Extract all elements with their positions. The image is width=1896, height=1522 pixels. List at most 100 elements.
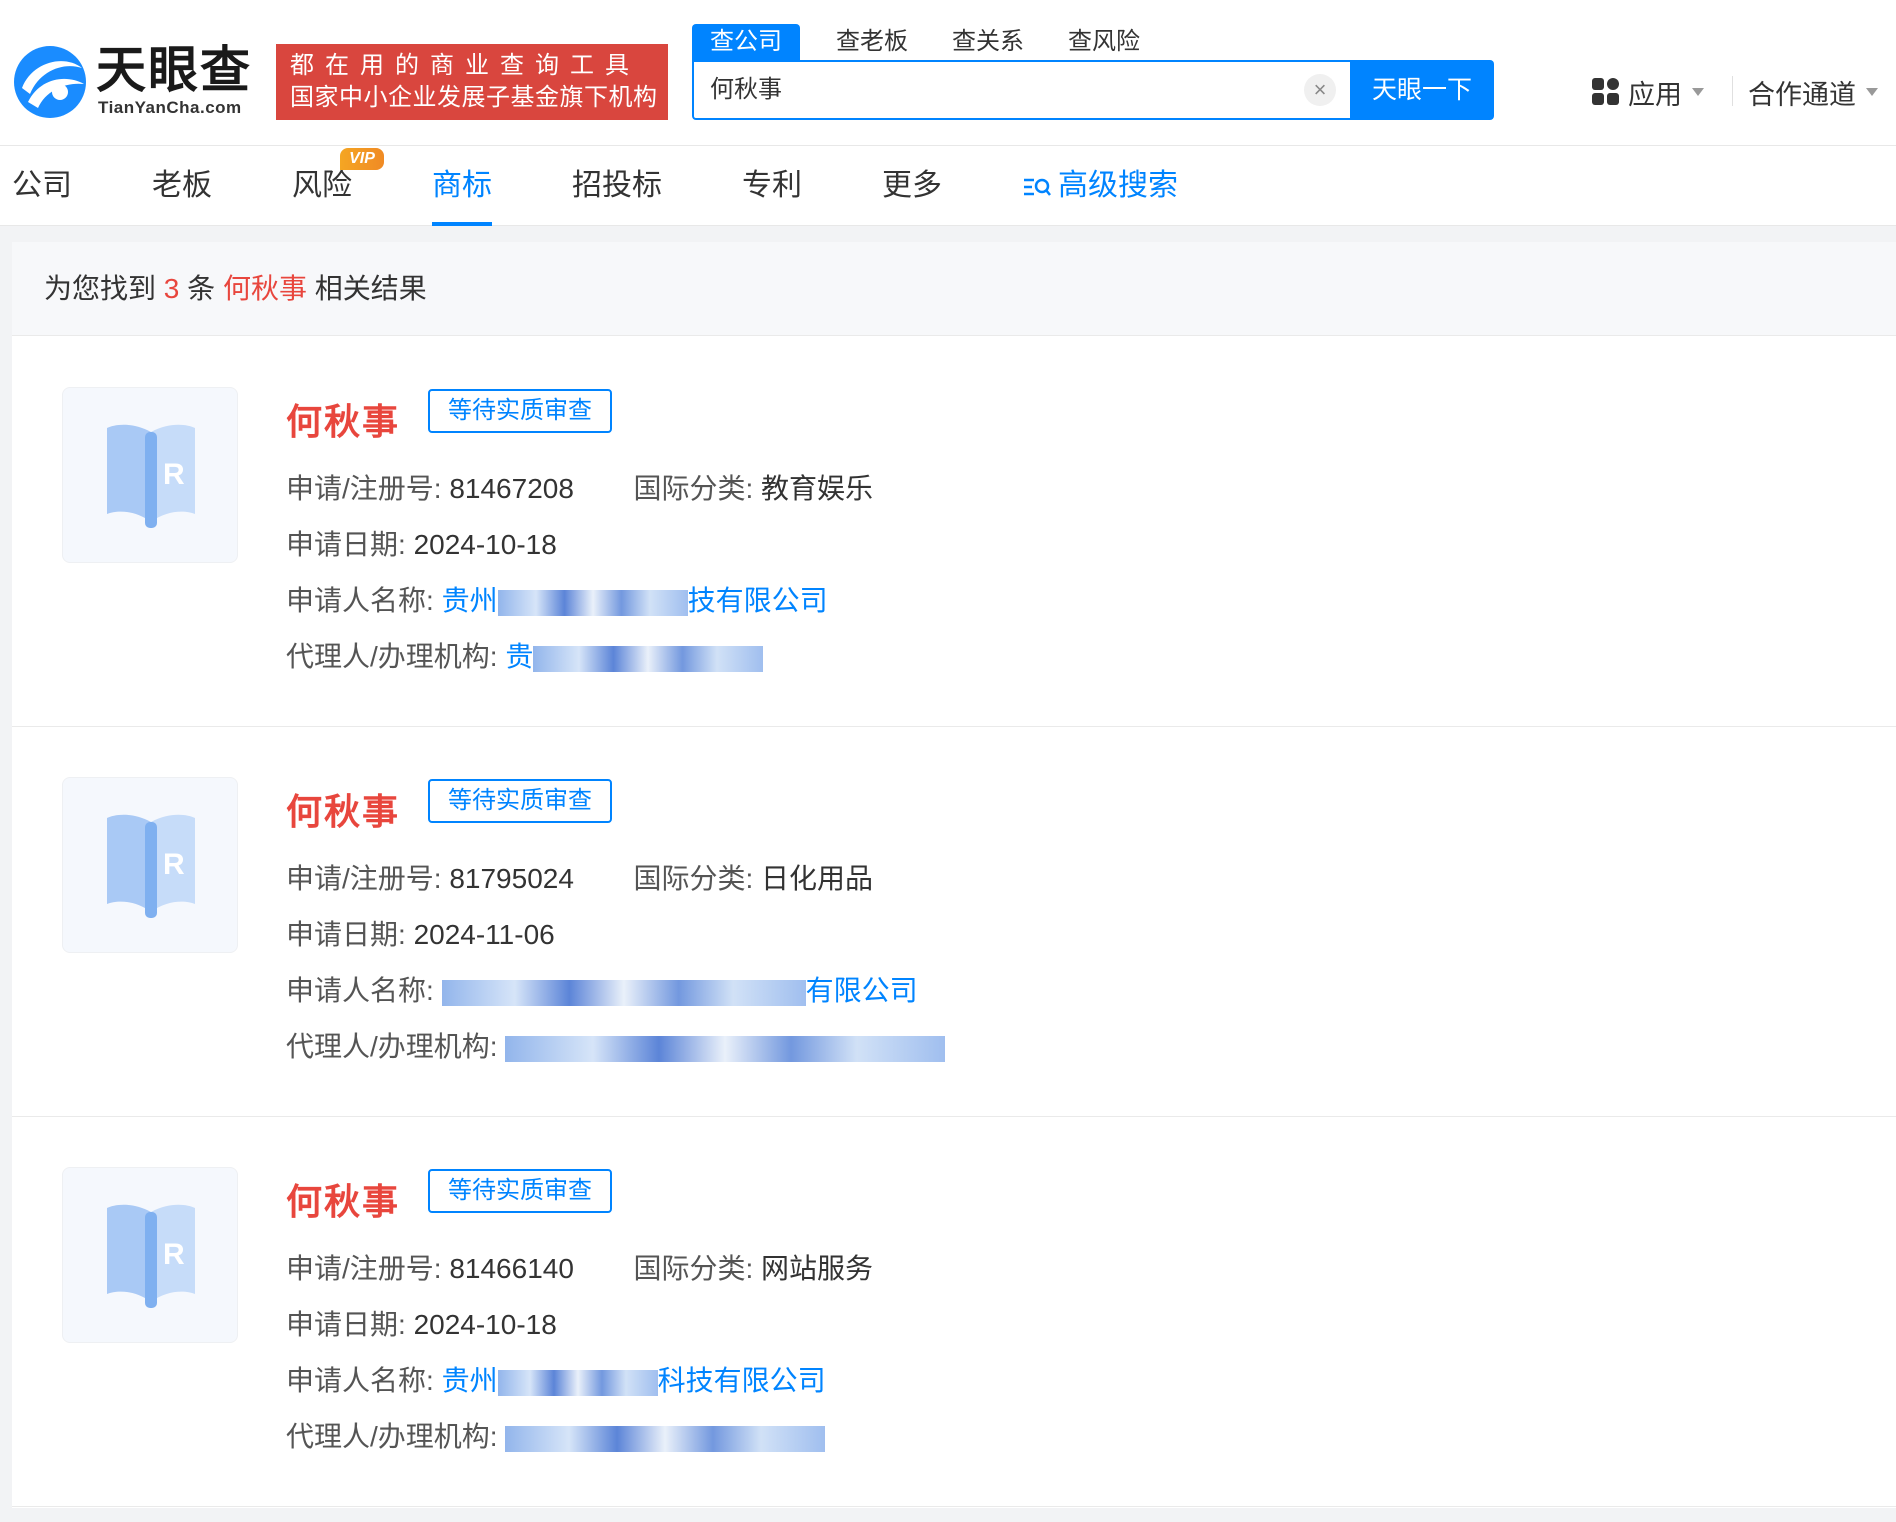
reg-no-row: 申请/注册号: 81795024 国际分类: 日化用品 [286, 857, 873, 897]
advanced-search-link[interactable]: 高级搜索 [1022, 166, 1178, 206]
applicant-name-visible: 贵州 [441, 585, 498, 616]
tab-boss[interactable]: 老板 [152, 166, 212, 226]
search-tab-relation[interactable]: 查关系 [934, 24, 1042, 60]
category-tabs: 公司 老板 风险 VIP 商标 招投标 专利 更多 高级搜索 [0, 146, 1896, 226]
tab-bidding[interactable]: 招投标 [572, 166, 662, 226]
agent-link[interactable] [505, 1031, 946, 1062]
results-panel: 为您找到 3 条 何秋事 相关结果 R 何秋事 等待实质审查 申请/注册号: 8… [12, 242, 1896, 1508]
agent-row: 代理人/办理机构: [286, 1025, 946, 1065]
intl-class-value: 网站服务 [761, 1253, 874, 1284]
coop-menu[interactable]: 合作通道 [1748, 74, 1878, 110]
intl-class-value: 日化用品 [761, 863, 874, 894]
summary-prefix: 为您找到 [44, 273, 157, 304]
apply-date-label: 申请日期: [286, 919, 406, 950]
chevron-down-icon [1692, 88, 1704, 96]
agent-label: 代理人/办理机构: [286, 1421, 498, 1452]
tab-trademark[interactable]: 商标 [432, 166, 492, 226]
reg-no-value: 81467208 [449, 473, 574, 504]
apply-date-value: 2024-10-18 [413, 529, 557, 560]
apps-menu[interactable]: 应用 [1592, 74, 1704, 110]
top-header: 天眼查 TianYanCha.com 都在用的商业查询工具 国家中小企业发展子基… [0, 0, 1896, 146]
coop-label: 合作通道 [1748, 79, 1856, 110]
logo-mark-icon [14, 46, 86, 118]
svg-text:R: R [163, 848, 185, 881]
apps-label: 应用 [1628, 79, 1682, 110]
apply-date-label: 申请日期: [286, 529, 406, 560]
applicant-name-visible: 贵州 [441, 1365, 498, 1396]
apply-date-label: 申请日期: [286, 1309, 406, 1340]
search-type-tabs: 查公司 查老板 查关系 查风险 [692, 24, 1166, 60]
applicant-row: 申请人名称: 有限公司 [286, 969, 918, 1009]
applicant-label: 申请人名称: [286, 1365, 434, 1396]
chevron-down-icon [1866, 88, 1878, 96]
slogan-line-1: 都在用的商业查询工具 [290, 52, 640, 79]
redacted-mask [533, 645, 764, 672]
status-badge: 等待实质审查 [428, 389, 612, 433]
logo-text-cn: 天眼查 [96, 42, 252, 98]
slogan-banner: 都在用的商业查询工具 国家中小企业发展子基金旗下机构 [276, 44, 668, 120]
summary-suffix: 相关结果 [314, 273, 427, 304]
intl-class-value: 教育娱乐 [761, 473, 874, 504]
tianyancha-logo[interactable]: 天眼查 TianYanCha.com [12, 42, 262, 122]
search-button[interactable]: 天眼一下 [1350, 60, 1494, 120]
search-input[interactable] [710, 62, 1310, 118]
book-icon: R [107, 424, 195, 528]
intl-class-label: 国际分类: [633, 1253, 754, 1284]
summary-unit: 条 [187, 273, 216, 304]
applicant-link[interactable]: 有限公司 [441, 975, 918, 1006]
search-tab-risk[interactable]: 查风险 [1050, 24, 1158, 60]
vip-badge: VIP [340, 148, 384, 170]
intl-class-label: 国际分类: [633, 863, 754, 894]
summary-count: 3 [163, 273, 180, 304]
book-icon: R [107, 1204, 195, 1308]
applicant-link[interactable]: 贵州 技有限公司 [442, 585, 828, 616]
trademark-result-item: R 何秋事 等待实质审查 申请/注册号: 81795024 国际分类: 日化用品… [12, 727, 1896, 1117]
reg-no-row: 申请/注册号: 81466140 国际分类: 网站服务 [286, 1247, 873, 1287]
agent-label: 代理人/办理机构: [286, 641, 498, 672]
apps-grid-icon [1592, 78, 1620, 106]
agent-row: 代理人/办理机构: [286, 1415, 826, 1455]
agent-link[interactable]: 贵 [505, 641, 764, 672]
search-box: × 天眼一下 [692, 60, 1494, 120]
trademark-name[interactable]: 何秋事 [286, 1173, 400, 1225]
applicant-link[interactable]: 贵州 科技有限公司 [442, 1365, 826, 1396]
apply-date-value: 2024-10-18 [413, 1309, 557, 1340]
applicant-row: 申请人名称: 贵州 技有限公司 [286, 579, 828, 619]
redacted-mask [441, 979, 806, 1006]
applicant-name-tail: 有限公司 [805, 975, 918, 1006]
applicant-label: 申请人名称: [286, 585, 434, 616]
applicant-row: 申请人名称: 贵州 科技有限公司 [286, 1359, 826, 1399]
reg-no-value: 81466140 [449, 1253, 574, 1284]
reg-no-label: 申请/注册号: [286, 1253, 442, 1284]
trademark-name[interactable]: 何秋事 [286, 393, 400, 445]
tab-company[interactable]: 公司 [12, 166, 72, 226]
trademark-name[interactable]: 何秋事 [286, 783, 400, 835]
clear-icon[interactable]: × [1304, 74, 1336, 106]
search-tab-company[interactable]: 查公司 [692, 24, 800, 60]
search-tab-boss[interactable]: 查老板 [818, 24, 926, 60]
svg-text:R: R [163, 458, 185, 491]
book-icon: R [107, 814, 195, 918]
trademark-image[interactable]: R [62, 777, 238, 953]
tab-patent[interactable]: 专利 [742, 166, 802, 226]
status-badge: 等待实质审查 [428, 779, 612, 823]
result-summary: 为您找到 3 条 何秋事 相关结果 [12, 242, 1896, 336]
advanced-search-label: 高级搜索 [1058, 169, 1178, 202]
redacted-mask [505, 1035, 946, 1062]
agent-link[interactable] [505, 1421, 826, 1452]
slogan-line-2: 国家中小企业发展子基金旗下机构 [290, 84, 658, 111]
agent-row: 代理人/办理机构: 贵 [286, 635, 764, 675]
tab-risk[interactable]: 风险 [292, 166, 352, 226]
redacted-mask [505, 1425, 826, 1452]
tab-more[interactable]: 更多 [882, 166, 942, 226]
agent-label: 代理人/办理机构: [286, 1031, 498, 1062]
svg-text:R: R [163, 1238, 185, 1271]
header-divider [1732, 76, 1733, 106]
applicant-name-tail: 技有限公司 [687, 585, 828, 616]
reg-no-row: 申请/注册号: 81467208 国际分类: 教育娱乐 [286, 467, 873, 507]
trademark-image[interactable]: R [62, 1167, 238, 1343]
trademark-image[interactable]: R [62, 387, 238, 563]
trademark-result-item: R 何秋事 等待实质审查 申请/注册号: 81467208 国际分类: 教育娱乐… [12, 337, 1896, 727]
agent-name-visible: 贵 [505, 641, 534, 672]
intl-class-label: 国际分类: [633, 473, 754, 504]
